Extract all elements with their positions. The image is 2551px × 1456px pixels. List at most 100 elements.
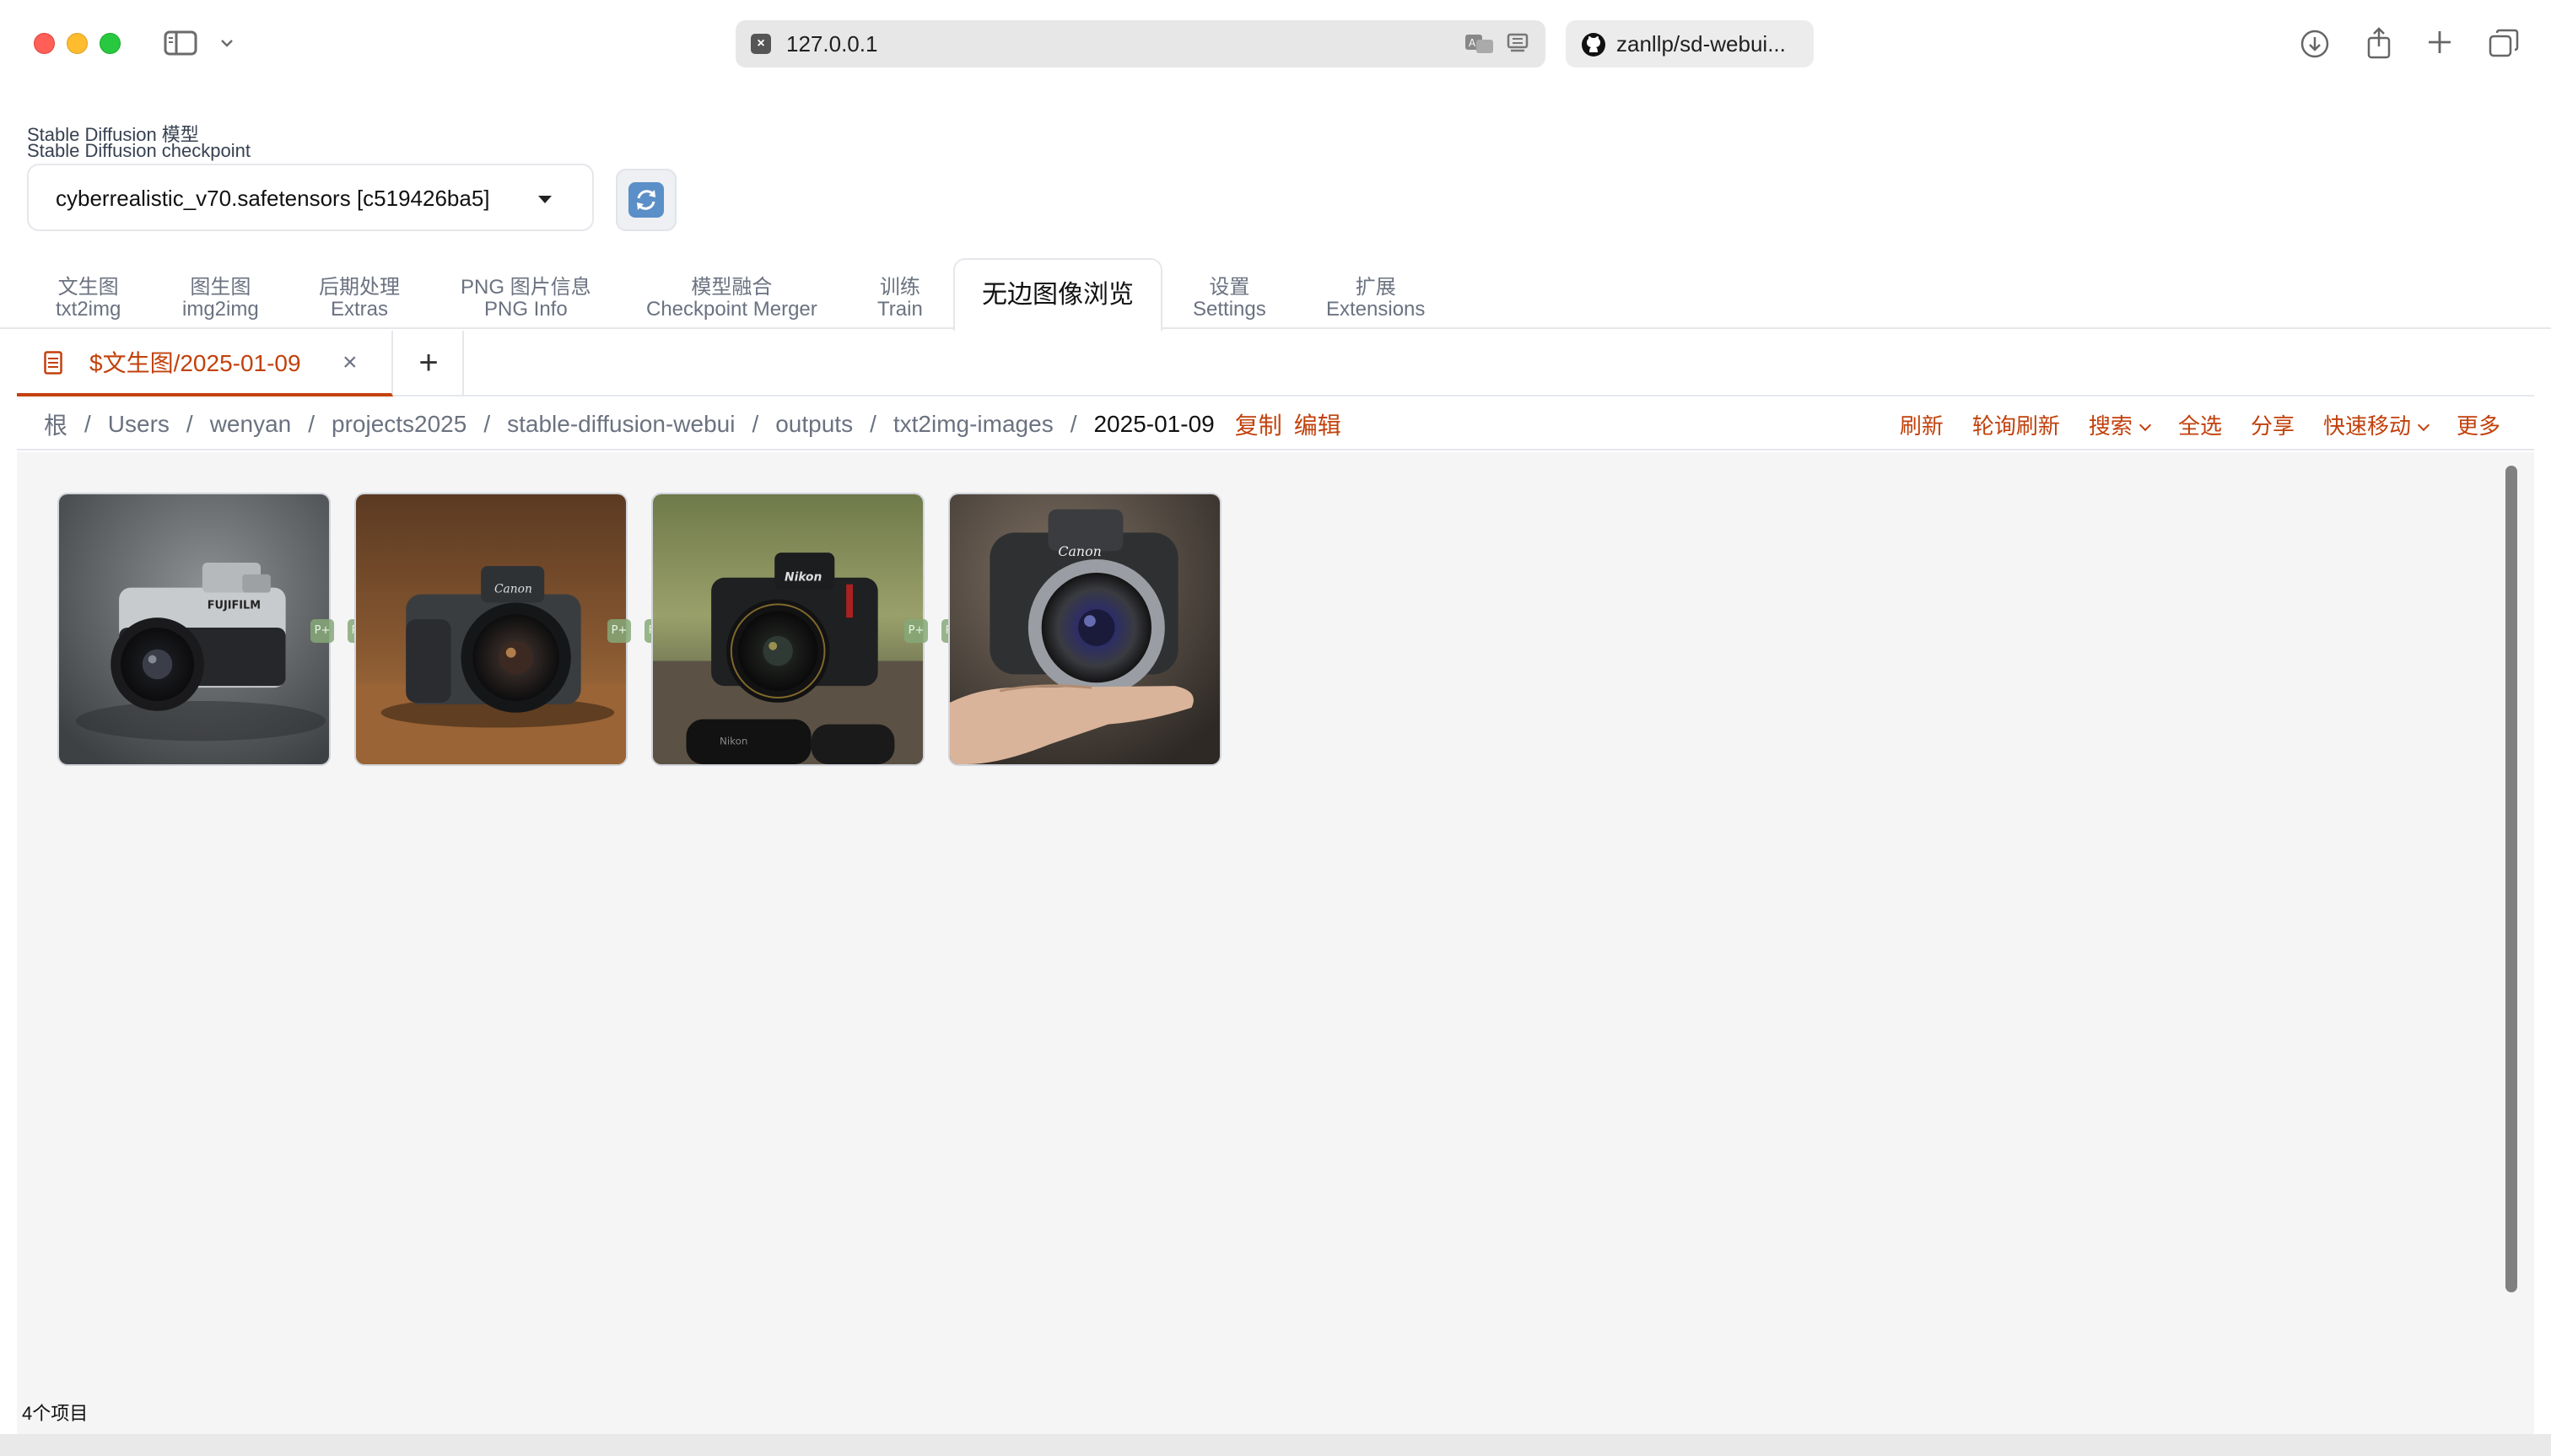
chevron-down-icon — [2138, 418, 2152, 431]
add-tab-button[interactable]: + — [395, 331, 464, 396]
item-count: 4个项目 — [22, 1399, 89, 1426]
tab-img2img[interactable]: 图生图 img2img — [182, 277, 259, 321]
image-thumbnail[interactable]: Nikon Nikon — [651, 493, 925, 766]
refresh-checkpoints-button[interactable] — [616, 169, 677, 231]
breadcrumb-item[interactable]: outputs — [775, 411, 853, 438]
tab-settings[interactable]: 设置 Settings — [1193, 277, 1266, 321]
tab-png-info[interactable]: PNG 图片信息 PNG Info — [461, 277, 591, 321]
browser-tab-github[interactable]: zanllp/sd-webui... — [1566, 20, 1814, 67]
checkpoint-label-en: Stable Diffusion checkpoint — [27, 140, 251, 161]
sidebar-toggle-icon[interactable] — [162, 29, 199, 57]
tab-txt2img[interactable]: 文生图 txt2img — [56, 277, 121, 321]
image-gallery: FUJIFILM P+ P+ Canon P+ P+ — [17, 452, 2534, 1453]
url-text: 127.0.0.1 — [786, 31, 878, 57]
tab-label-cn: 设置 — [1209, 276, 1250, 299]
translate-icon[interactable]: A — [1464, 33, 1495, 55]
chevron-down-icon — [2417, 418, 2430, 431]
toolbar-actions: 刷新 轮询刷新 搜索 全选 分享 快速移动 更多 — [1871, 398, 2500, 450]
svg-text:Nikon: Nikon — [720, 735, 747, 747]
quick-move-dropdown[interactable]: 快速移动 — [2322, 409, 2430, 440]
window-bottom-edge — [0, 1434, 2551, 1456]
window-zoom-button[interactable] — [100, 33, 121, 54]
tab-train[interactable]: 训练 Train — [877, 277, 923, 321]
tab-label-en: img2img — [182, 298, 259, 321]
quick-move-label: 快速移动 — [2322, 413, 2411, 439]
breadcrumb-item[interactable]: wenyan — [210, 411, 292, 438]
tab-label-en: Extras — [330, 298, 388, 321]
browser-tab-bar: $文生图/2025-01-09 × + — [17, 331, 2534, 396]
poll-refresh-button[interactable]: 轮询刷新 — [1972, 409, 2060, 440]
tab-label-cn: PNG 图片信息 — [461, 276, 591, 299]
folder-tab-label: $文生图/2025-01-09 — [89, 350, 301, 376]
breadcrumb-item[interactable]: projects2025 — [332, 411, 467, 438]
svg-text:Canon: Canon — [1058, 543, 1101, 559]
chevron-down-icon[interactable] — [218, 34, 236, 52]
tab-extras[interactable]: 后期处理 Extras — [319, 277, 400, 321]
select-all-button[interactable]: 全选 — [2178, 409, 2222, 440]
image-thumbnail[interactable]: Canon — [354, 493, 628, 766]
window-minimize-button[interactable] — [67, 33, 88, 54]
folder-tab[interactable]: $文生图/2025-01-09 × — [17, 331, 393, 396]
search-label: 搜索 — [2088, 413, 2133, 439]
tab-label-cn: 模型融合 — [691, 276, 773, 299]
tab-label-en: Extensions — [1326, 298, 1426, 321]
svg-text:A: A — [1469, 37, 1476, 49]
camera-canon-hand-image: Canon — [950, 494, 1220, 764]
tab-label-en: txt2img — [56, 298, 121, 321]
breadcrumb-item[interactable]: stable-diffusion-webui — [507, 411, 735, 438]
checkpoint-dropdown[interactable]: cyberrealistic_v70.safetensors [c519426b… — [27, 164, 594, 231]
window-close-button[interactable] — [34, 33, 55, 54]
badge-p-plus[interactable]: P+ — [607, 619, 631, 643]
github-icon — [1582, 33, 1605, 57]
svg-text:Nikon: Nikon — [785, 571, 822, 585]
browser-toolbar: × 127.0.0.1 A zanllp/sd-webui... — [0, 0, 2551, 88]
breadcrumb: 根 / Users / wenyan / projects2025/ stable-d… — [44, 398, 1341, 450]
tab-infinite-image-browsing[interactable]: 无边图像浏览 — [953, 258, 1162, 331]
tab-label-cn: 文生图 — [57, 276, 119, 299]
tab-label-en: Train — [877, 298, 923, 321]
tab-checkpoint-merger[interactable]: 模型融合 Checkpoint Merger — [646, 277, 817, 321]
address-bar[interactable]: × 127.0.0.1 A — [736, 20, 1545, 67]
tab-label-en: Checkpoint Merger — [646, 298, 817, 321]
breadcrumb-item[interactable]: Users — [108, 411, 170, 438]
camera-fujifilm-image: FUJIFILM — [59, 494, 329, 764]
tab-label-cn: 扩展 — [1355, 276, 1396, 299]
refresh-icon — [628, 182, 664, 218]
share-button[interactable]: 分享 — [2251, 409, 2295, 440]
tab-label-cn: 后期处理 — [319, 276, 400, 299]
camera-canon-image: Canon — [356, 494, 626, 764]
scrollbar-thumb[interactable] — [2505, 466, 2517, 1292]
tab-label-en: PNG Info — [483, 298, 568, 321]
download-icon[interactable] — [2298, 27, 2332, 61]
tab-label-en: Settings — [1193, 298, 1266, 321]
badge-p-plus[interactable]: P+ — [904, 619, 928, 643]
camera-nikon-image: Nikon Nikon — [653, 494, 923, 764]
breadcrumb-item[interactable]: txt2img-images — [893, 411, 1054, 438]
image-thumbnail[interactable]: Canon — [948, 493, 1222, 766]
more-button[interactable]: 更多 — [2457, 409, 2500, 440]
badge-p-plus[interactable]: P+ — [310, 619, 334, 643]
breadcrumb-bar: 根 / Users / wenyan / projects2025/ stable-d… — [17, 398, 2534, 450]
reader-icon[interactable] — [1507, 33, 1529, 55]
site-favicon-icon: × — [751, 34, 771, 54]
copy-path-button[interactable]: 复制 — [1235, 407, 1282, 441]
svg-text:Canon: Canon — [494, 583, 532, 596]
tab-overview-icon[interactable] — [2487, 27, 2521, 59]
main-tab-bar: 文生图 txt2img 图生图 img2img 后期处理 Extras PNG … — [0, 258, 2551, 331]
close-tab-button[interactable]: × — [342, 331, 358, 395]
breadcrumb-current: 2025-01-09 — [1093, 411, 1215, 437]
edit-path-button[interactable]: 编辑 — [1294, 407, 1341, 441]
tab-extensions[interactable]: 扩展 Extensions — [1326, 277, 1425, 321]
svg-text:FUJIFILM: FUJIFILM — [208, 599, 261, 612]
document-icon — [44, 351, 62, 375]
tab-title: zanllp/sd-webui... — [1616, 31, 1786, 57]
new-tab-icon[interactable] — [2424, 27, 2455, 57]
search-dropdown[interactable]: 搜索 — [2088, 409, 2152, 440]
tab-label-cn: 图生图 — [190, 276, 251, 299]
caret-down-icon — [538, 196, 552, 203]
refresh-button[interactable]: 刷新 — [1900, 409, 1944, 440]
image-thumbnail[interactable]: FUJIFILM — [57, 493, 331, 766]
share-icon[interactable] — [2362, 25, 2396, 61]
checkpoint-value: cyberrealistic_v70.safetensors [c519426b… — [56, 186, 490, 211]
breadcrumb-root[interactable]: 根 — [44, 407, 67, 441]
